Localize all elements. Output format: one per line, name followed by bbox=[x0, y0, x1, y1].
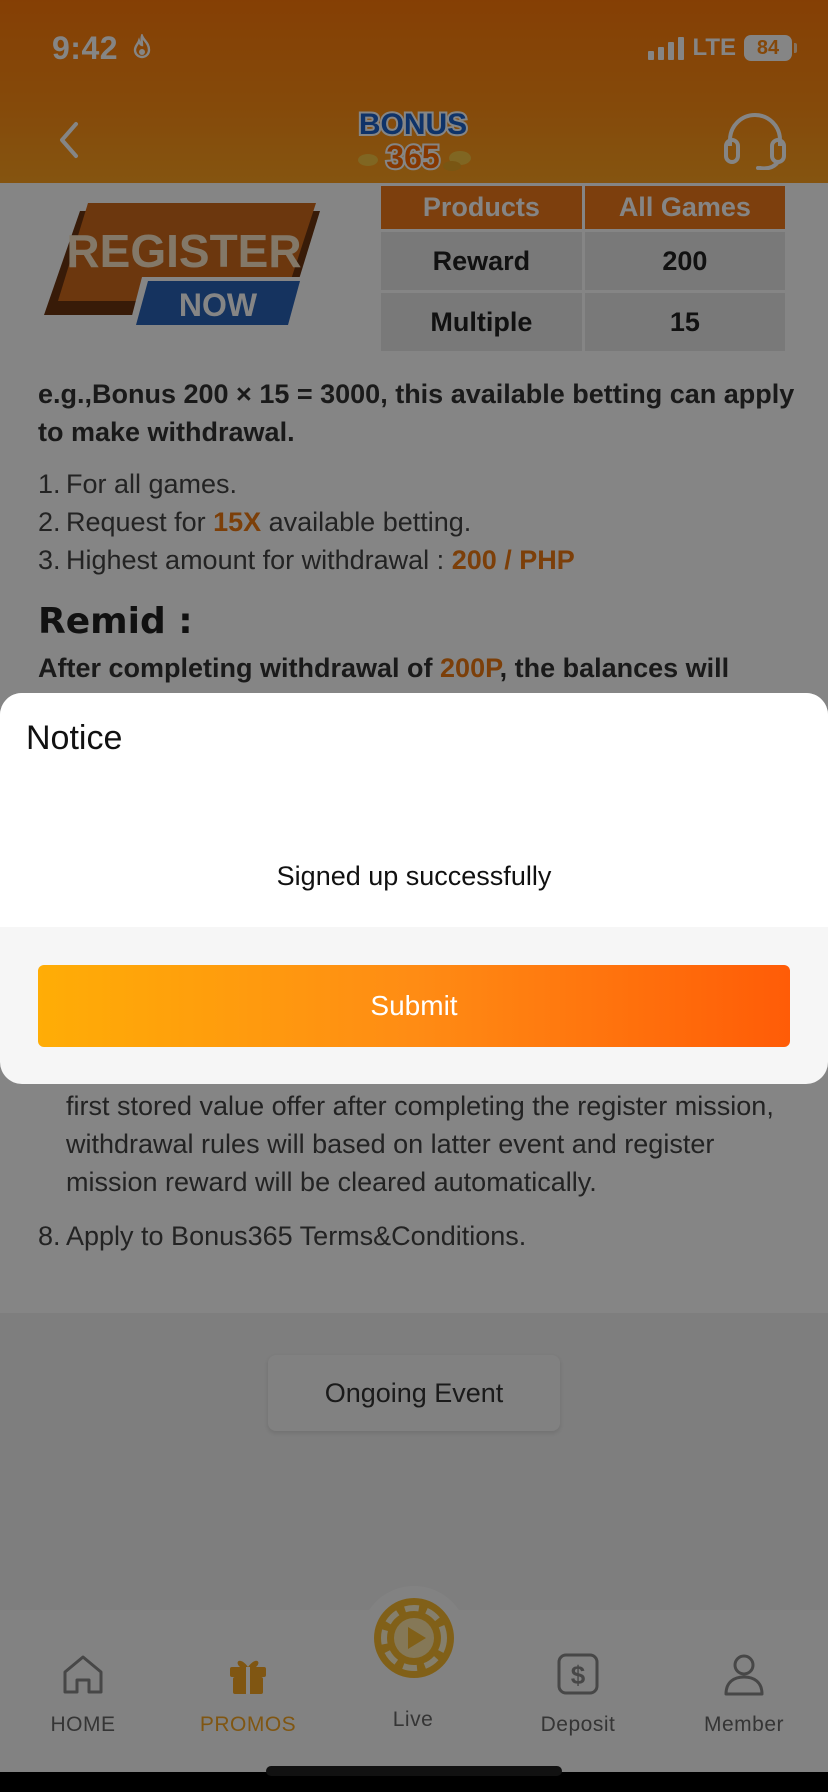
home-indicator bbox=[266, 1766, 562, 1776]
dialog-title: Notice bbox=[26, 719, 123, 757]
dialog-message: Signed up successfully bbox=[276, 861, 552, 891]
dialog-body: Notice Signed up successfully bbox=[0, 693, 828, 927]
notice-dialog: Notice Signed up successfully Submit bbox=[0, 693, 828, 1084]
submit-button[interactable]: Submit bbox=[38, 965, 790, 1047]
app-screen: 9:42 LTE 84 BONUS 365 REGISTER NOW Produ… bbox=[0, 0, 828, 1792]
